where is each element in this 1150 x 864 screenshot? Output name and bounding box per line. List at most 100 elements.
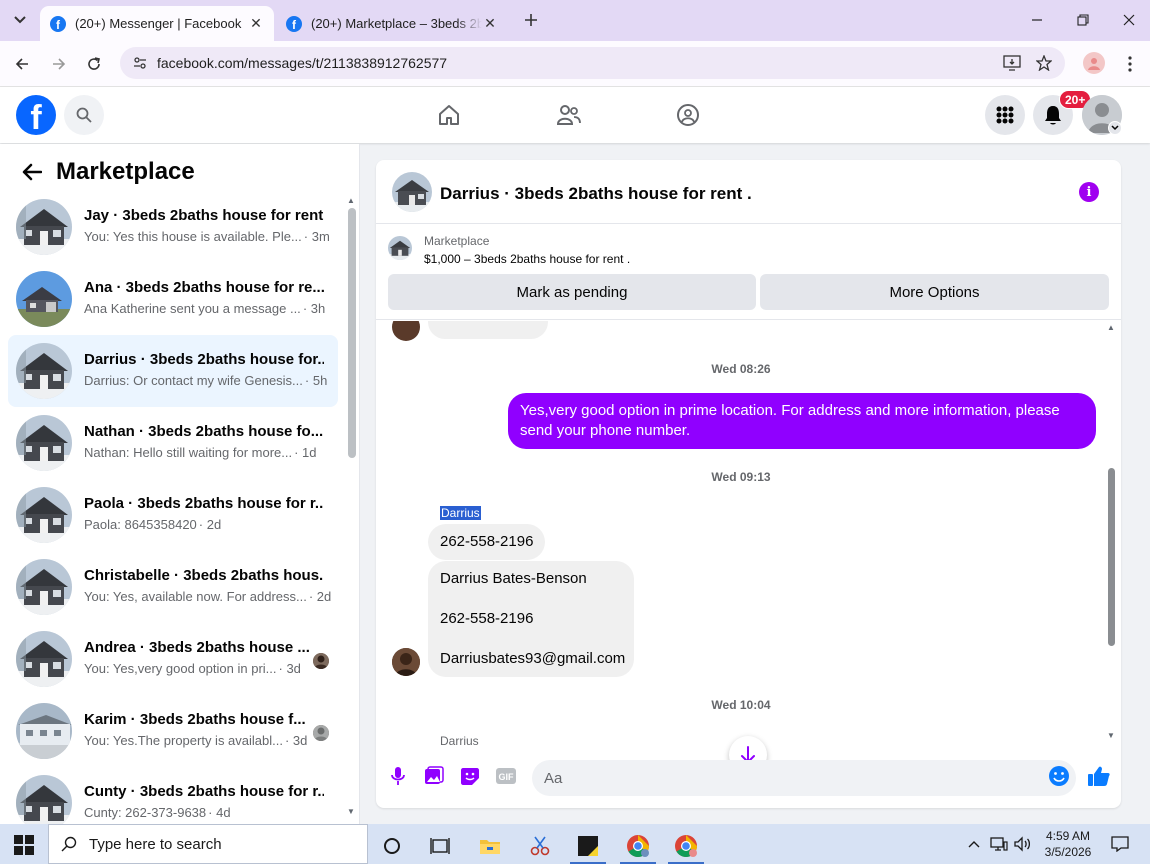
chevron-down-icon[interactable] [1108, 121, 1122, 135]
mark-as-pending-button[interactable]: Mark as pending [388, 274, 756, 310]
search-icon[interactable] [64, 95, 104, 135]
tab-title: (20+) Messenger | Facebook [75, 16, 242, 31]
site-info-icon[interactable] [130, 53, 150, 73]
conversation-sidebar: Marketplace Jay · 3beds 2baths house for… [0, 144, 360, 824]
sticky-notes-icon[interactable] [566, 828, 610, 864]
listing-description[interactable]: $1,000 – 3beds 2baths house for rent . [424, 252, 630, 266]
conversation-thumbnail [16, 415, 72, 471]
conversation-avatar[interactable] [392, 172, 432, 212]
menu-grid-icon[interactable] [985, 95, 1025, 135]
conversation-item[interactable]: Andrea · 3beds 2baths house ... You: Yes,… [8, 623, 338, 695]
tab-close-icon[interactable]: ✕ [482, 15, 498, 32]
sender-avatar[interactable] [392, 648, 420, 676]
thread-scrollbar[interactable]: ▲ ▼ [1106, 321, 1118, 747]
message-composer: GIF Aa [376, 736, 1121, 808]
notifications-icon[interactable] [1110, 834, 1130, 854]
home-icon[interactable] [435, 101, 463, 129]
show-hidden-icons-chevron-icon[interactable] [964, 834, 984, 854]
back-arrow-icon[interactable] [16, 156, 48, 188]
gif-icon[interactable]: GIF [494, 764, 518, 788]
conversation-item[interactable]: Jay · 3beds 2baths house for rent . You: … [8, 191, 338, 263]
chrome-profile-2-icon[interactable] [664, 828, 708, 864]
listing-card: Marketplace $1,000 – 3beds 2baths house … [376, 224, 1121, 320]
conversation-name: Andrea · 3beds 2baths house ... [84, 639, 310, 656]
groups-icon[interactable] [674, 101, 702, 129]
conversation-preview: Paola: 8645358420 · 2d [84, 517, 221, 532]
chrome-profile-1-icon[interactable] [616, 828, 660, 864]
message-line: 262-558-2196 [440, 610, 534, 627]
microphone-icon[interactable] [386, 764, 410, 788]
cortana-circle-icon[interactable] [370, 828, 414, 864]
install-app-icon[interactable] [1002, 53, 1022, 73]
info-icon[interactable]: i [1079, 182, 1099, 202]
friends-icon[interactable] [555, 101, 583, 129]
system-clock[interactable]: 4:59 AM 3/5/2026 [1040, 828, 1096, 860]
chat-header: Darrius · 3beds 2baths house for rent . … [376, 160, 1121, 224]
conversation-preview: You: Yes this house is available. Ple...… [84, 229, 330, 244]
file-explorer-icon[interactable] [468, 828, 512, 864]
scroll-up-icon[interactable]: ▲ [347, 196, 355, 205]
tab-marketplace[interactable]: f (20+) Marketplace – 3beds 2baths ✕ [276, 6, 508, 41]
tab-close-icon[interactable]: ✕ [248, 15, 264, 32]
page-title: Marketplace [56, 158, 195, 185]
sender-avatar[interactable] [392, 321, 420, 341]
conversation-item[interactable]: Darrius · 3beds 2baths house for... Darri… [8, 335, 338, 407]
conversation-thumbnail [16, 271, 72, 327]
outgoing-message[interactable]: Yes,very good option in prime location. … [508, 393, 1096, 449]
scroll-up-icon[interactable]: ▲ [1107, 323, 1115, 332]
windows-start-icon[interactable] [14, 835, 34, 855]
scrollbar-thumb[interactable] [1108, 468, 1115, 646]
chat-title[interactable]: Darrius · 3beds 2baths house for rent . [440, 184, 752, 204]
tab-messenger[interactable]: f (20+) Messenger | Facebook ✕ [40, 6, 274, 41]
reload-icon[interactable] [83, 53, 105, 75]
network-icon[interactable] [989, 834, 1009, 854]
sidebar-scrollbar[interactable]: ▲ ▼ [347, 196, 357, 816]
preview-text: Ana Katherine sent you a message ... [84, 301, 301, 316]
forward-arrow-icon[interactable] [48, 53, 70, 75]
incoming-message[interactable]: Darrius Bates-Benson 262-558-2196 Darriu… [428, 561, 634, 677]
facebook-logo-icon[interactable]: f [16, 95, 56, 135]
taskbar-search-box[interactable]: Type here to search [48, 824, 368, 864]
scroll-down-icon[interactable]: ▼ [1107, 731, 1115, 740]
conversation-item[interactable]: Cunty · 3beds 2baths house for r... Cunty… [8, 767, 338, 824]
conversation-item[interactable]: Christabelle · 3beds 2baths hous... You: … [8, 551, 338, 623]
sender-name: Darrius [440, 734, 479, 747]
message-bubble[interactable] [428, 321, 548, 339]
window-close-icon[interactable] [1119, 10, 1139, 30]
minimize-icon[interactable] [1027, 10, 1047, 30]
conversation-item[interactable]: Ana · 3beds 2baths house for re... Ana Ka… [8, 263, 338, 335]
photo-gallery-icon[interactable] [422, 764, 446, 788]
snipping-tool-icon[interactable] [518, 828, 562, 864]
search-icon [61, 836, 77, 852]
browser-profile-avatar[interactable] [1083, 52, 1105, 74]
volume-icon[interactable] [1013, 834, 1033, 854]
message-input-placeholder: Aa [544, 769, 563, 787]
conversation-item[interactable]: Nathan · 3beds 2baths house fo... Nathan:… [8, 407, 338, 479]
listing-thumbnail[interactable] [388, 236, 412, 260]
back-arrow-icon[interactable] [11, 53, 33, 75]
conversation-thumbnail [16, 199, 72, 255]
timestamp: Wed 08:26 [711, 362, 771, 376]
like-thumbs-up-icon[interactable] [1087, 764, 1111, 788]
bookmark-star-icon[interactable] [1034, 53, 1054, 73]
new-tab-plus-icon[interactable] [520, 9, 542, 31]
conversation-item[interactable]: Karim · 3beds 2baths house f... You: Yes.… [8, 695, 338, 767]
conversation-item[interactable]: Paola · 3beds 2baths house for r... Paola… [8, 479, 338, 551]
task-view-icon[interactable] [418, 828, 462, 864]
conversation-name: Darrius · 3beds 2baths house for... [84, 351, 324, 368]
browser-tab-strip: f (20+) Messenger | Facebook ✕ f (20+) M… [0, 0, 1150, 41]
conversation-thumbnail [16, 631, 72, 687]
restore-icon[interactable] [1073, 10, 1093, 30]
incoming-message[interactable]: 262-558-2196 [428, 524, 546, 560]
facebook-favicon-icon: f [50, 15, 66, 32]
sticker-icon[interactable] [458, 764, 482, 788]
scrollbar-thumb[interactable] [348, 208, 356, 458]
more-options-button[interactable]: More Options [760, 274, 1109, 310]
address-bar[interactable]: facebook.com/messages/t/2113838912762577 [120, 47, 1065, 79]
emoji-icon[interactable] [1047, 764, 1071, 788]
scroll-down-icon[interactable]: ▼ [347, 807, 355, 816]
message-input[interactable]: Aa [532, 760, 1076, 796]
preview-time: · 2d [308, 589, 332, 604]
browser-menu-icon[interactable] [1120, 53, 1140, 75]
tab-search-chevron-icon[interactable] [8, 8, 32, 32]
